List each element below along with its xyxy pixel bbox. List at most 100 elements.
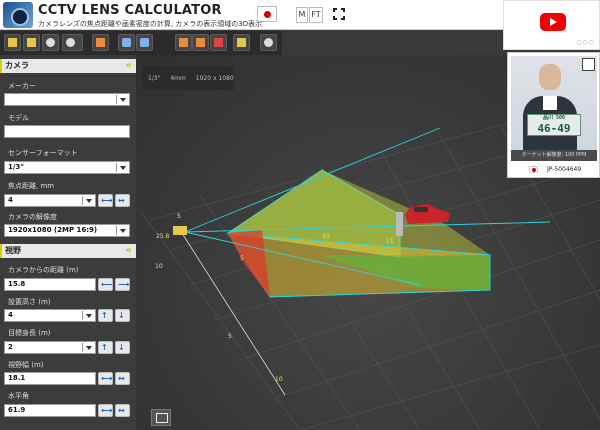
fov-frustum xyxy=(184,127,551,298)
focal-narrow-button[interactable]: ⟷ xyxy=(98,194,113,207)
svg-text:10: 10 xyxy=(322,233,330,240)
svg-text:5: 5 xyxy=(177,213,181,220)
sensor-value: 1/3" xyxy=(8,163,24,171)
maker-select[interactable] xyxy=(4,93,130,106)
screenshot-icon[interactable] xyxy=(151,409,171,426)
target-height-down-button[interactable]: ↓ xyxy=(115,341,130,354)
unit-feet-button[interactable]: FT xyxy=(309,7,323,23)
info-sensor: 1/3" xyxy=(148,75,161,82)
expand-icon[interactable] xyxy=(582,58,595,71)
3d-view-icon[interactable] xyxy=(62,34,83,51)
height-up-button[interactable]: ↑ xyxy=(98,309,113,322)
distance-decrease-button[interactable]: ⟵ xyxy=(98,278,113,291)
ruler-icon[interactable] xyxy=(92,34,109,51)
fov-section-header[interactable]: 視野 « xyxy=(0,244,136,258)
app-title: CCTV LENS CALCULATOR xyxy=(38,3,222,18)
japan-flag-icon xyxy=(529,166,538,173)
person-model xyxy=(396,212,403,236)
model-input[interactable] xyxy=(4,125,130,138)
resolution-select[interactable]: 1920x1080 (2MP 16:9) xyxy=(4,224,130,237)
svg-text:25.8: 25.8 xyxy=(156,233,170,240)
add-camera-icon[interactable] xyxy=(175,34,192,51)
focal-wide-button[interactable]: ↔ xyxy=(115,194,130,207)
target-photo: 品川 500 46-49 xyxy=(511,56,597,152)
target-height-select[interactable]: 2 xyxy=(4,341,96,354)
svg-text:11: 11 xyxy=(386,238,394,245)
distance-input[interactable]: 15.8 xyxy=(4,278,96,291)
camera-section-header[interactable]: カメラ « xyxy=(0,59,136,73)
ad-banner[interactable]: ○○○ xyxy=(503,0,600,50)
resolution-value: 1920x1080 (2MP 16:9) xyxy=(8,226,98,234)
fov-section-title: 視野 xyxy=(5,246,21,255)
fullscreen-icon[interactable] xyxy=(333,8,345,20)
settings-panel: カメラ « メーカー モデル センサーフォーマット 1/3" 焦点距離, mm … xyxy=(0,57,136,430)
app-logo[interactable] xyxy=(3,2,33,28)
camera-section-title: カメラ xyxy=(5,61,29,70)
height-value: 4 xyxy=(8,311,13,319)
distance-increase-button[interactable]: ⟶ xyxy=(115,278,130,291)
chevron-down-icon xyxy=(82,311,94,320)
angle-narrow-button[interactable]: ⟷ xyxy=(98,404,113,417)
japan-flag-icon xyxy=(264,11,271,18)
plate-number: 46-49 xyxy=(537,122,571,135)
app-subtitle: カメラレンズの焦点距離や画素密度の計算, カメラの表示領域の3D表示 xyxy=(38,20,263,28)
cube-side-icon[interactable] xyxy=(23,34,40,51)
youtube-icon[interactable] xyxy=(540,13,566,31)
unit-meters-button[interactable]: M xyxy=(296,7,308,23)
width-narrow-button[interactable]: ⟷ xyxy=(98,372,113,385)
chevron-down-icon xyxy=(116,95,128,104)
chevron-down-icon xyxy=(82,196,94,205)
sensor-select[interactable]: 1/3" xyxy=(4,161,130,174)
angle-label: 水平角 xyxy=(8,392,29,400)
svg-text:10: 10 xyxy=(275,376,283,383)
chevron-down-icon xyxy=(116,163,128,172)
model-label: モデル xyxy=(8,114,29,122)
maker-label: メーカー xyxy=(8,82,36,90)
angle-input[interactable]: 61.9 xyxy=(4,404,96,417)
distance-label: カメラからの距離 (m) xyxy=(8,266,79,274)
plate-region: 品川 500 xyxy=(542,115,566,121)
sensor-label: センサーフォーマット xyxy=(8,149,78,157)
share-icon[interactable] xyxy=(260,34,277,51)
width-input[interactable]: 18.1 xyxy=(4,372,96,385)
height-down-button[interactable]: ↓ xyxy=(115,309,130,322)
target-id: JP-5004649 xyxy=(547,166,582,173)
person-head xyxy=(539,64,561,90)
focal-value: 4 xyxy=(8,196,13,204)
angle-wide-button[interactable]: ↔ xyxy=(115,404,130,417)
target-id-row: JP-5004649 xyxy=(511,163,597,176)
target-height-up-button[interactable]: ↑ xyxy=(98,341,113,354)
svg-text:5: 5 xyxy=(240,255,244,262)
zoom-out-icon[interactable] xyxy=(136,34,153,51)
cube-top-icon[interactable] xyxy=(4,34,21,51)
viewport-info-box: 1/3" 4mm 1920 x 1080 xyxy=(142,66,234,90)
zoom-in-icon[interactable] xyxy=(118,34,135,51)
camera-marker xyxy=(173,226,187,235)
target-icon[interactable] xyxy=(192,34,209,51)
height-select[interactable]: 4 xyxy=(4,309,96,322)
focal-select[interactable]: 4 xyxy=(4,194,96,207)
svg-text:10: 10 xyxy=(155,263,163,270)
target-resolution: ターゲット解像度: 100 PPM xyxy=(511,150,597,161)
height-label: 設置高さ (m) xyxy=(8,298,51,306)
collapse-chevron-icon[interactable]: « xyxy=(126,244,132,258)
target-height-value: 2 xyxy=(8,343,13,351)
width-wide-button[interactable]: ↔ xyxy=(115,372,130,385)
collapse-chevron-icon[interactable]: « xyxy=(126,59,132,73)
camera-icon[interactable] xyxy=(42,34,59,51)
angle-value: 61.9 xyxy=(8,406,26,414)
width-label: 視野幅 (m) xyxy=(8,361,44,369)
car-icon[interactable] xyxy=(210,34,227,51)
distance-value: 15.8 xyxy=(8,280,26,288)
language-flag-button[interactable] xyxy=(257,6,277,22)
license-plate: 品川 500 46-49 xyxy=(527,114,581,136)
car-model xyxy=(405,204,450,224)
chevron-down-icon xyxy=(116,226,128,235)
grid-icon[interactable] xyxy=(233,34,250,51)
info-resolution: 1920 x 1080 xyxy=(195,75,234,82)
target-preview-card[interactable]: 品川 500 46-49 ターゲット解像度: 100 PPM JP-500464… xyxy=(507,52,600,178)
ad-pager: ○○○ xyxy=(576,39,595,46)
width-value: 18.1 xyxy=(8,374,26,382)
target-height-label: 目標身長 (m) xyxy=(8,329,51,337)
svg-text:5: 5 xyxy=(228,333,232,340)
